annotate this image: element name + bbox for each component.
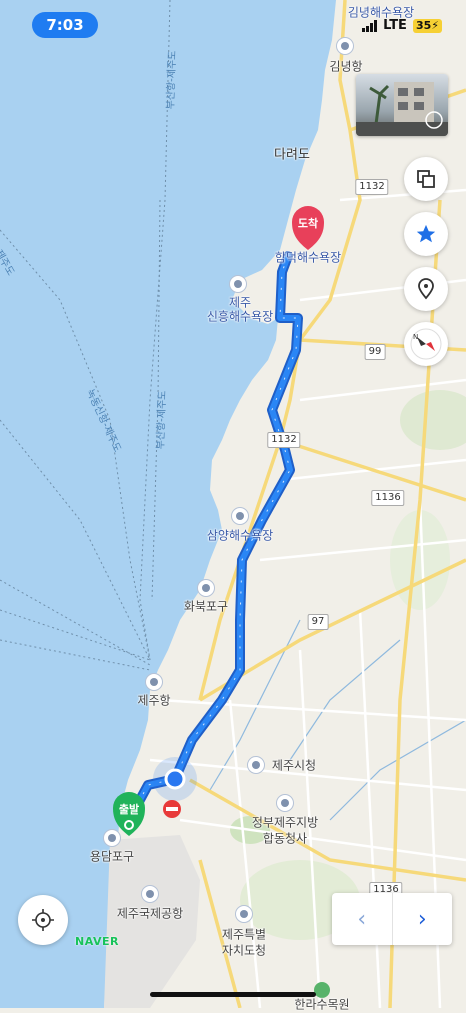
- place-label[interactable]: 자치도청: [222, 942, 266, 959]
- building-icon[interactable]: [247, 756, 265, 774]
- crosshair-icon: [32, 909, 54, 931]
- road-number: 1136: [371, 490, 405, 506]
- place-label[interactable]: 함덕해수욕장: [275, 249, 341, 266]
- home-indicator[interactable]: [150, 992, 316, 997]
- compass-button[interactable]: N: [404, 322, 448, 366]
- place-label[interactable]: 김녕항: [329, 58, 362, 75]
- beach-icon[interactable]: [229, 275, 247, 293]
- place-label[interactable]: 제주항: [137, 692, 170, 709]
- place-label[interactable]: 삼양해수욕장: [207, 527, 273, 544]
- ferry-label: 부산항-제주도: [155, 390, 169, 450]
- status-indicators: LTE 35⚡: [362, 18, 442, 33]
- favorites-button[interactable]: [404, 212, 448, 256]
- port-icon[interactable]: [145, 673, 163, 691]
- current-location-dot: [164, 768, 186, 790]
- time-pill[interactable]: 7:03: [32, 12, 98, 38]
- beach-icon[interactable]: [231, 507, 249, 525]
- route-step-nav: ‹ ›: [332, 893, 452, 945]
- building-icon[interactable]: [276, 794, 294, 812]
- place-label[interactable]: 다려도: [274, 144, 310, 163]
- naver-logo: NAVER: [75, 935, 119, 948]
- road-number: 97: [307, 614, 329, 630]
- layers-button[interactable]: [404, 157, 448, 201]
- place-pin-button[interactable]: [404, 267, 448, 311]
- airport-icon[interactable]: [141, 885, 159, 903]
- next-button[interactable]: ›: [393, 893, 453, 945]
- road-number: 1132: [267, 432, 301, 448]
- road-number: 1132: [355, 179, 389, 195]
- place-label[interactable]: 한라수목원: [294, 996, 349, 1013]
- signal-icon: [362, 19, 378, 32]
- place-label[interactable]: 제주특별: [222, 926, 266, 943]
- port-icon[interactable]: [103, 829, 121, 847]
- port-icon[interactable]: [336, 37, 354, 55]
- star-icon: [416, 224, 436, 243]
- svg-text:N: N: [413, 333, 418, 341]
- destination-tag[interactable]: 도착: [298, 215, 318, 231]
- battery-level: 35: [415, 18, 432, 32]
- road-number: 99: [364, 344, 386, 360]
- street-view-thumbnail[interactable]: [356, 74, 448, 136]
- layers-icon: [417, 170, 435, 188]
- place-label[interactable]: 합동청사: [263, 830, 307, 847]
- locate-me-button[interactable]: [18, 895, 68, 945]
- ferry-label: 부산항-제주도: [165, 50, 179, 110]
- place-label[interactable]: 제주국제공항: [117, 905, 183, 922]
- battery-icon: 35⚡: [412, 18, 442, 33]
- place-label[interactable]: 용담포구: [90, 848, 134, 865]
- compass-icon: N: [410, 328, 442, 360]
- origin-tag[interactable]: 출발: [119, 801, 139, 817]
- place-label[interactable]: 제주시청: [272, 757, 316, 774]
- place-label[interactable]: 신흥해수욕장: [207, 308, 273, 325]
- port-icon[interactable]: [197, 579, 215, 597]
- place-label[interactable]: 정부제주지방: [252, 814, 318, 831]
- prev-button[interactable]: ‹: [332, 893, 393, 945]
- place-label[interactable]: 화북포구: [184, 598, 228, 615]
- location-pin-icon: [418, 278, 434, 300]
- network-label: LTE: [383, 18, 407, 33]
- building-icon[interactable]: [235, 905, 253, 923]
